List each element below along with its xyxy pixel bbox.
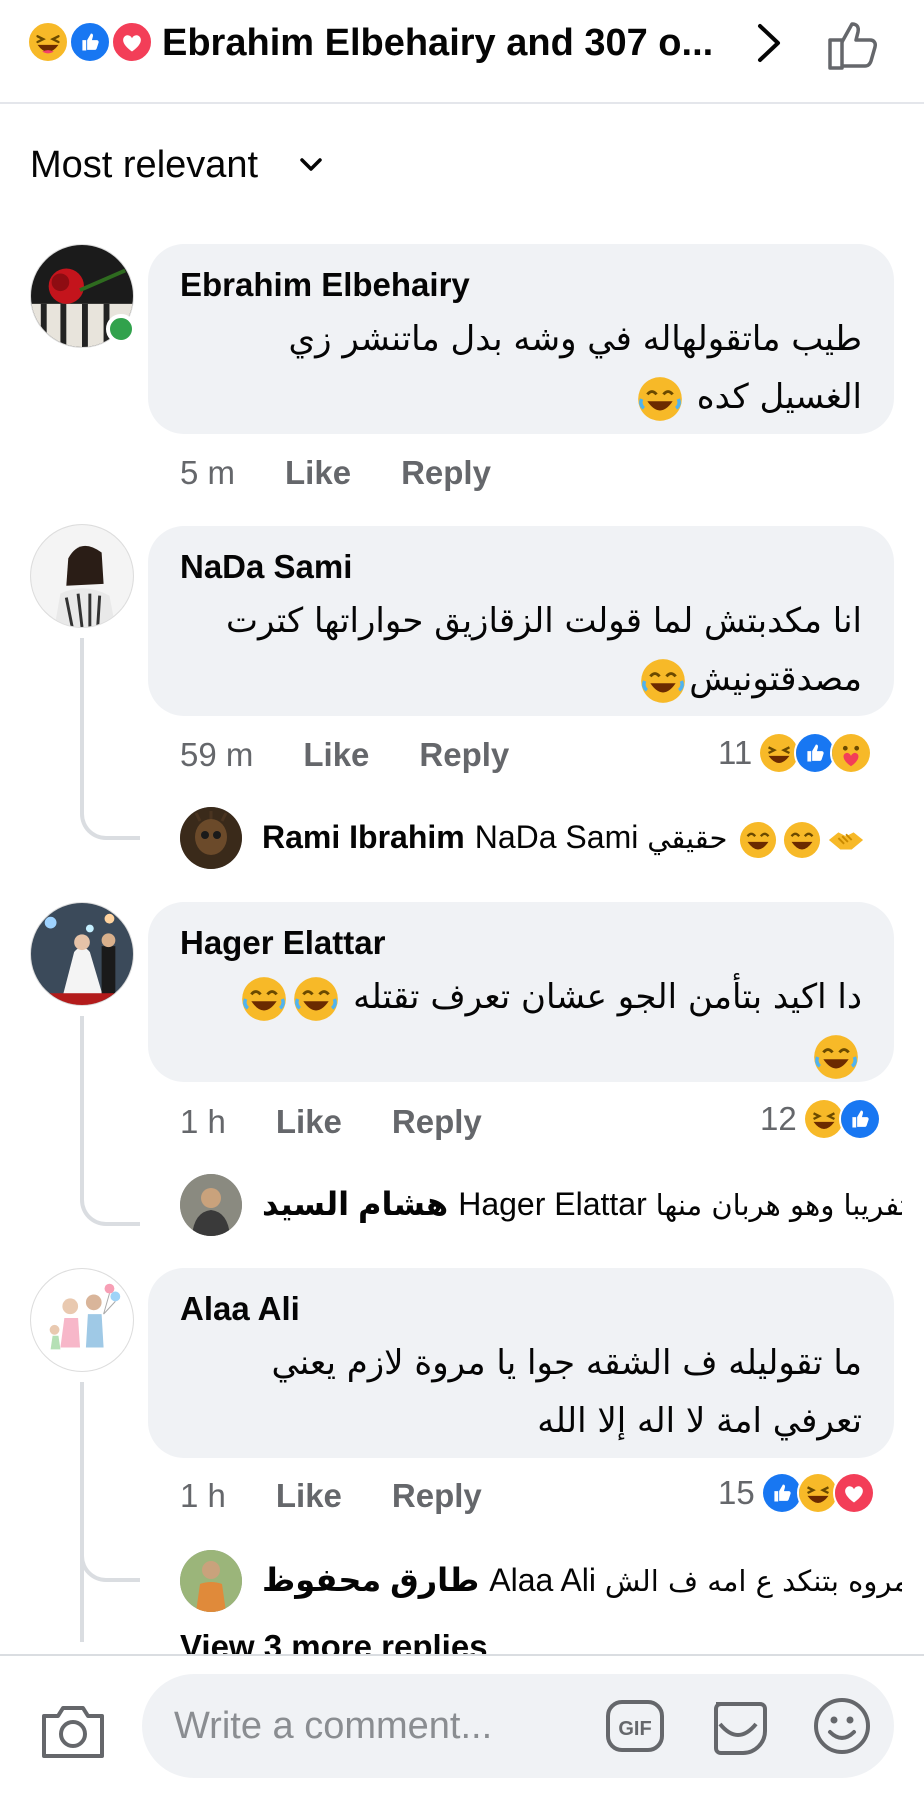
comment-text: انا مكدبتش لما قولت الزقازيق حواراتها كت… bbox=[192, 592, 862, 708]
emoji-icon[interactable] bbox=[812, 1696, 872, 1756]
reply-text: هشام السيد Hager Elattar تفريبا وهو هربان… bbox=[262, 1180, 902, 1229]
reaction-summary[interactable]: 12 bbox=[760, 1094, 881, 1141]
comment-author[interactable]: Ebrahim Elbehairy bbox=[180, 266, 470, 304]
reply-body: مروه بتنكد ع امه ف الش... bbox=[604, 1564, 902, 1598]
laughing-emoji-icon bbox=[739, 821, 777, 859]
like-button[interactable]: Like bbox=[276, 1474, 342, 1518]
reactions-header[interactable]: Ebrahim Elbehairy and 307 o... bbox=[0, 0, 924, 104]
reaction-icons bbox=[26, 20, 156, 66]
like-icon bbox=[838, 1098, 881, 1141]
comment-actions: 1 h Like Reply bbox=[180, 1100, 532, 1144]
care-icon bbox=[830, 732, 873, 775]
like-button[interactable]: Like bbox=[276, 1100, 342, 1144]
reply-preview[interactable]: Rami Ibrahim NaDa Sami حقيقي bbox=[180, 807, 900, 869]
reaction-count: 12 bbox=[760, 1100, 797, 1138]
sticker-icon[interactable] bbox=[706, 1696, 770, 1758]
love-icon bbox=[110, 20, 154, 64]
comment-bubble[interactable]: Ebrahim Elbehairy طيب ماتقولهاله في وشه … bbox=[148, 244, 894, 434]
thread-line bbox=[80, 1382, 84, 1642]
comment-time: 59 m bbox=[180, 736, 254, 773]
reaction-count: 15 bbox=[718, 1474, 755, 1512]
reply-mention[interactable]: Alaa Ali bbox=[489, 1562, 596, 1598]
comment-author[interactable]: Alaa Ali bbox=[180, 1290, 300, 1328]
chevron-down-icon[interactable] bbox=[296, 150, 326, 180]
reply-mention[interactable]: Hager Elattar bbox=[458, 1186, 647, 1222]
reply-author[interactable]: طارق محفوظ bbox=[262, 1562, 479, 1598]
reaction-summary[interactable]: 15 bbox=[718, 1468, 875, 1515]
chevron-right-icon[interactable] bbox=[748, 20, 788, 66]
comment-bubble[interactable]: NaDa Sami انا مكدبتش لما قولت الزقازيق ح… bbox=[148, 526, 894, 716]
laughing-emoji-icon bbox=[783, 821, 821, 859]
laughing-emoji-icon bbox=[241, 976, 287, 1022]
love-icon bbox=[832, 1472, 875, 1515]
like-button[interactable]: Like bbox=[303, 733, 369, 777]
comment-text: طيب ماتقولهاله في وشه بدل ماتنشر زي الغس… bbox=[192, 310, 862, 426]
reply-author[interactable]: هشام السيد bbox=[262, 1186, 448, 1222]
reply-author[interactable]: Rami Ibrahim bbox=[262, 819, 465, 855]
comment-composer: GIF bbox=[0, 1654, 924, 1800]
reaction-summary[interactable]: 11 bbox=[718, 728, 873, 775]
reactors-title[interactable]: Ebrahim Elbehairy and 307 o... bbox=[162, 18, 722, 68]
reply-text: طارق محفوظ Alaa Ali مروه بتنكد ع امه ف ال… bbox=[262, 1556, 902, 1605]
reply-preview[interactable]: هشام السيد Hager Elattar تفريبا وهو هربان… bbox=[180, 1174, 902, 1236]
comment-input[interactable] bbox=[142, 1674, 894, 1778]
comment-text: دا اكيد بتأمن الجو عشان تعرف تقتله bbox=[192, 968, 862, 1084]
comment-actions: 5 m Like Reply bbox=[180, 451, 541, 495]
gif-icon[interactable]: GIF bbox=[604, 1696, 666, 1756]
handshake-emoji-icon bbox=[827, 821, 865, 859]
thread-line bbox=[80, 638, 84, 808]
comment-time: 1 h bbox=[180, 1477, 226, 1514]
laughing-emoji-icon bbox=[637, 376, 683, 422]
comment-author[interactable]: NaDa Sami bbox=[180, 548, 352, 586]
comment-actions: 59 m Like Reply bbox=[180, 733, 559, 777]
reply-button[interactable]: Reply bbox=[392, 1100, 482, 1144]
camera-icon[interactable] bbox=[38, 1700, 108, 1762]
online-status-icon bbox=[106, 314, 136, 344]
reply-button[interactable]: Reply bbox=[401, 451, 491, 495]
comment-bubble[interactable]: Alaa Ali ما تقوليله ف الشقه جوا يا مروة … bbox=[148, 1268, 894, 1458]
comment-text: ما تقوليله ف الشقه جوا يا مروة لازم يعني… bbox=[271, 1343, 862, 1441]
haha-icon bbox=[26, 20, 70, 64]
reply-preview[interactable]: طارق محفوظ Alaa Ali مروه بتنكد ع امه ف ال… bbox=[180, 1550, 902, 1612]
thread-curve bbox=[80, 1542, 140, 1582]
like-icon bbox=[68, 20, 112, 64]
comment-time: 5 m bbox=[180, 454, 236, 491]
reply-button[interactable]: Reply bbox=[419, 733, 509, 777]
thread-curve bbox=[80, 800, 140, 840]
comment-actions: 1 h Like Reply bbox=[180, 1474, 532, 1518]
avatar[interactable] bbox=[30, 902, 134, 1006]
reply-avatar[interactable] bbox=[180, 1174, 242, 1236]
reply-text: Rami Ibrahim NaDa Sami حقيقي bbox=[262, 813, 902, 862]
thread-curve bbox=[80, 1186, 140, 1226]
comment-bubble[interactable]: Hager Elattar دا اكيد بتأمن الجو عشان تع… bbox=[148, 902, 894, 1082]
laughing-emoji-icon bbox=[640, 658, 686, 704]
reaction-count: 11 bbox=[718, 734, 753, 772]
thread-line bbox=[80, 1016, 84, 1196]
reply-button[interactable]: Reply bbox=[392, 1474, 482, 1518]
sort-selector[interactable]: Most relevant bbox=[30, 140, 258, 190]
comment-author[interactable]: Hager Elattar bbox=[180, 924, 385, 962]
laughing-emoji-icon bbox=[813, 1034, 859, 1080]
reply-avatar[interactable] bbox=[180, 1550, 242, 1612]
comment-time: 1 h bbox=[180, 1103, 226, 1140]
laughing-emoji-icon bbox=[293, 976, 339, 1022]
avatar[interactable] bbox=[30, 1268, 134, 1372]
like-button[interactable]: Like bbox=[285, 451, 351, 495]
reply-mention[interactable]: NaDa Sami bbox=[475, 819, 639, 855]
reply-body: تفريبا وهو هربان منها bbox=[655, 1188, 902, 1222]
avatar[interactable] bbox=[30, 524, 134, 628]
reply-avatar[interactable] bbox=[180, 807, 242, 869]
comments-page: Ebrahim Elbehairy and 307 o... Most rele… bbox=[0, 0, 924, 1800]
thumbs-up-icon[interactable] bbox=[826, 16, 886, 72]
reply-body: حقيقي bbox=[647, 821, 728, 855]
svg-text:GIF: GIF bbox=[618, 1718, 651, 1740]
